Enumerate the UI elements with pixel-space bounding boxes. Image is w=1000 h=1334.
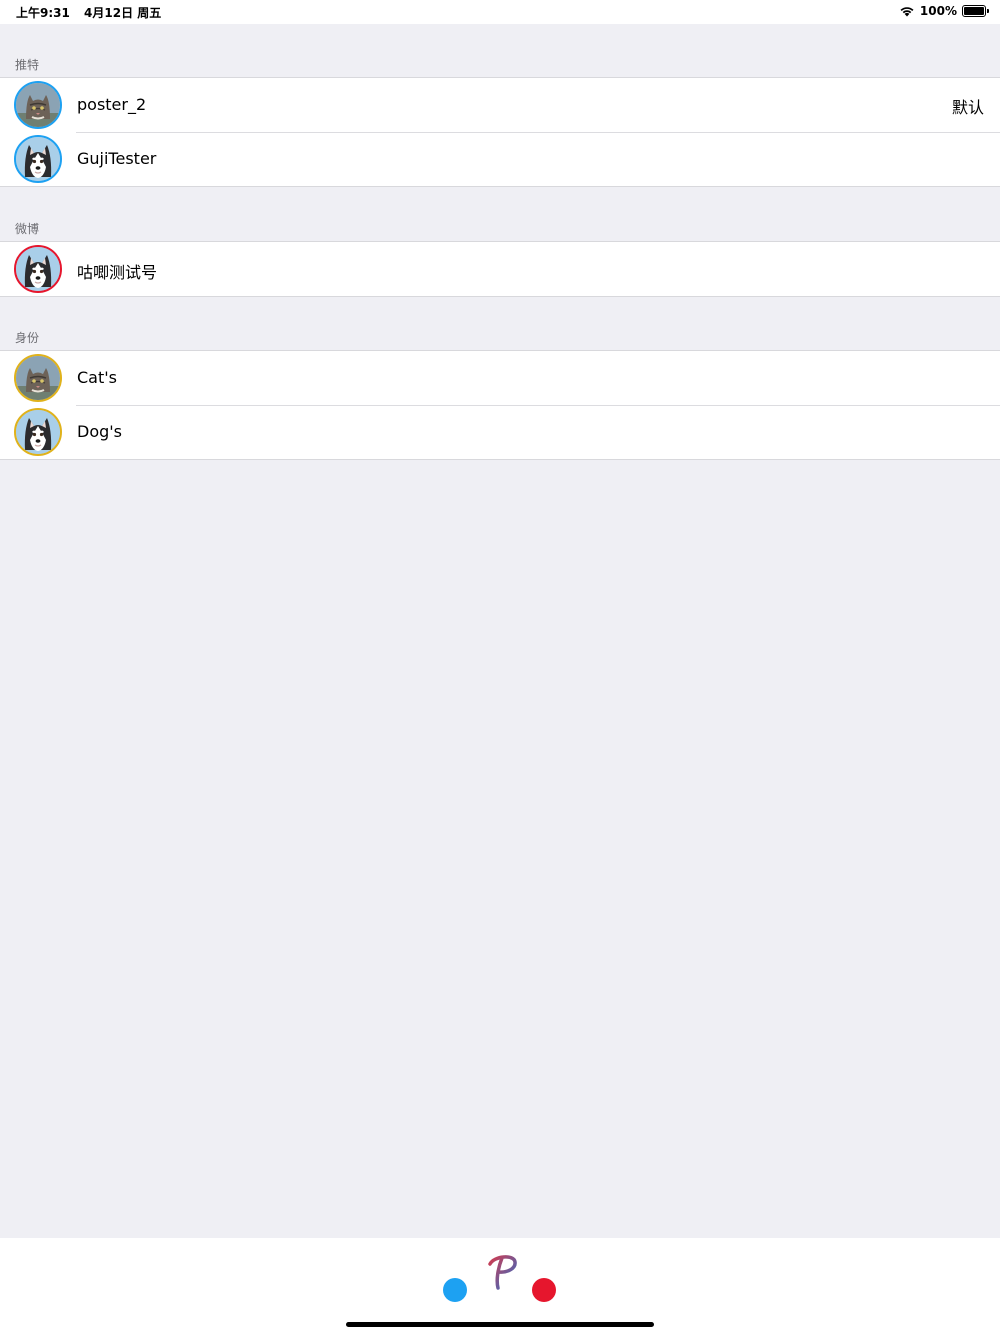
identity-row-dogs[interactable]: Dog's xyxy=(0,405,1000,459)
cat-avatar-icon xyxy=(16,83,60,127)
avatar xyxy=(14,408,62,456)
p-script-logo-icon[interactable] xyxy=(484,1252,520,1292)
avatar xyxy=(14,135,62,183)
account-name: poster_2 xyxy=(77,95,147,114)
account-row-gujitester[interactable]: GujiTester xyxy=(0,132,1000,186)
avatar xyxy=(14,81,62,129)
battery-icon xyxy=(962,5,989,17)
status-right: 100% xyxy=(899,4,989,18)
section-header-weibo: 微博 xyxy=(15,222,40,236)
husky-avatar-icon xyxy=(16,137,60,181)
section-group-identity: Cat's Dog's xyxy=(0,350,1000,460)
husky-avatar-icon xyxy=(16,247,60,291)
status-bar: 上午9:31 4月12日 周五 100% xyxy=(0,0,1000,24)
section-header-twitter: 推特 xyxy=(15,58,40,72)
account-row-poster-2[interactable]: poster_2 默认 xyxy=(0,78,1000,132)
husky-avatar-icon xyxy=(16,410,60,454)
avatar xyxy=(14,245,62,293)
identity-name: Cat's xyxy=(77,368,117,387)
home-indicator xyxy=(346,1322,654,1327)
identity-row-cats[interactable]: Cat's xyxy=(0,351,1000,405)
status-time: 上午9:31 xyxy=(16,6,70,20)
default-badge: 默认 xyxy=(951,98,984,117)
app-root: 上午9:31 4月12日 周五 100% 推特 poster_2 默认 Guji… xyxy=(0,0,1000,1334)
account-name: GujiTester xyxy=(77,149,157,168)
section-header-identity: 身份 xyxy=(15,331,40,345)
battery-percent: 100% xyxy=(919,4,957,18)
weibo-dot-button[interactable] xyxy=(532,1278,556,1302)
account-name: 咕唧测试号 xyxy=(77,263,158,282)
twitter-dot-button[interactable] xyxy=(443,1278,467,1302)
identity-name: Dog's xyxy=(77,422,122,441)
status-date: 4月12日 周五 xyxy=(84,6,162,20)
section-group-weibo: 咕唧测试号 xyxy=(0,241,1000,297)
battery-fill xyxy=(964,7,984,15)
section-group-twitter: poster_2 默认 GujiTester xyxy=(0,77,1000,187)
cat-avatar-icon xyxy=(16,356,60,400)
battery-cap xyxy=(987,9,989,13)
avatar xyxy=(14,354,62,402)
status-left: 上午9:31 4月12日 周五 xyxy=(16,4,171,21)
account-row-weibo-test[interactable]: 咕唧测试号 xyxy=(0,242,1000,296)
wifi-icon xyxy=(900,7,914,17)
bottom-bar xyxy=(0,1238,1000,1334)
